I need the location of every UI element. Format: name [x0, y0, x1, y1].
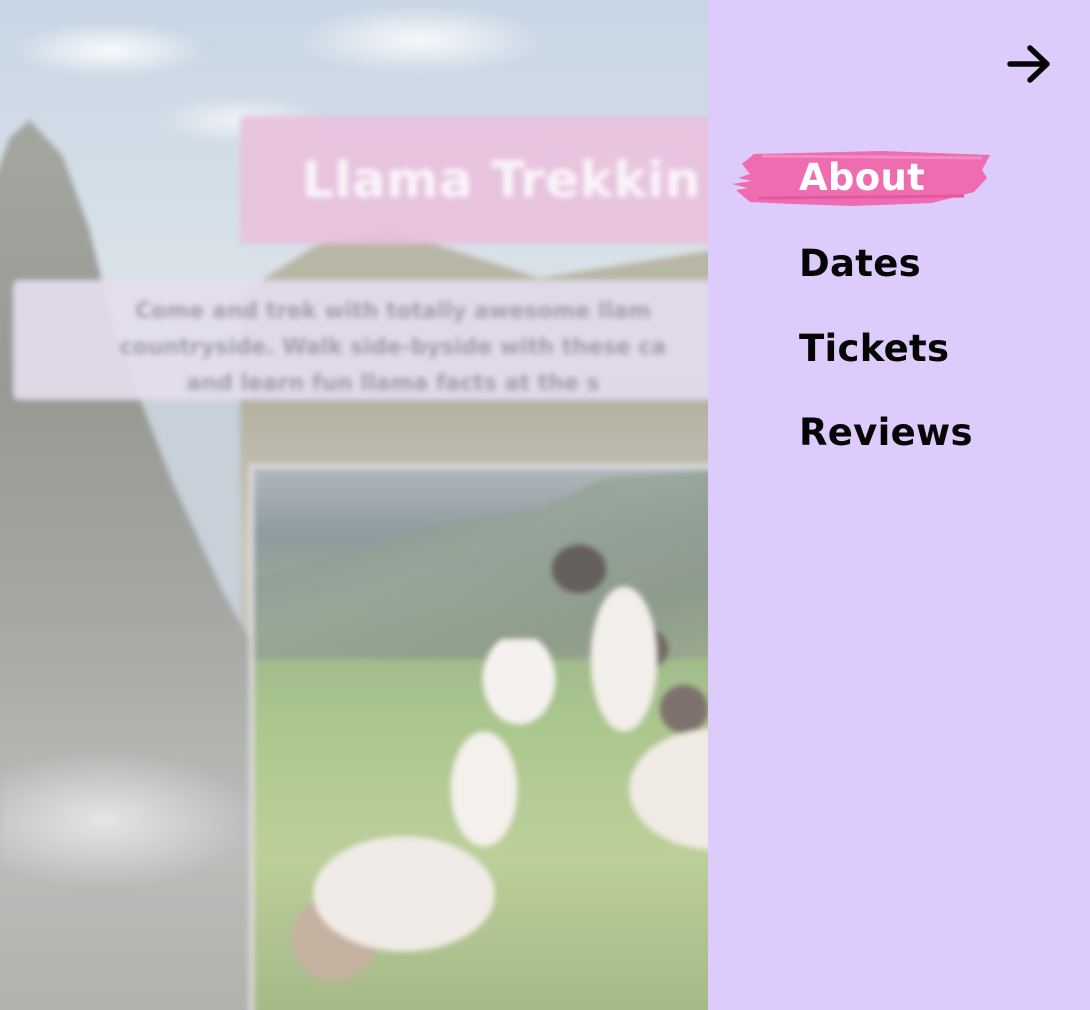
page-backdrop: Llama Trekkin Come and trek with totally…: [0, 0, 708, 1010]
arrow-right-icon: [1006, 42, 1054, 90]
menu-item-about[interactable]: About: [799, 156, 925, 199]
menu-item-tickets[interactable]: Tickets: [799, 327, 949, 370]
side-menu: About Dates Tickets Reviews: [708, 0, 1090, 1010]
page: Llama Trekkin Come and trek with totally…: [0, 0, 1090, 1010]
menu-item-reviews[interactable]: Reviews: [799, 411, 973, 454]
close-menu-button[interactable]: [1004, 40, 1056, 92]
backdrop-overlay: [0, 0, 708, 1010]
menu-item-dates[interactable]: Dates: [799, 242, 921, 285]
